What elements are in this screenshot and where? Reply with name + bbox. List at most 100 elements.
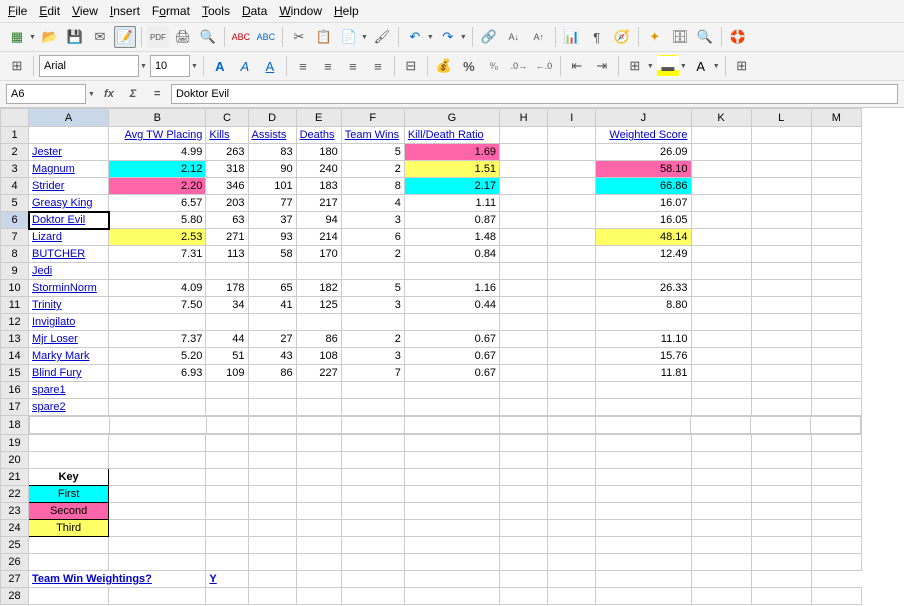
menu-data[interactable]: Data [242,4,267,18]
cell[interactable] [500,435,548,452]
cell[interactable] [500,297,548,314]
align-right-icon[interactable]: ≡ [342,55,364,77]
cell[interactable] [811,382,861,399]
cell[interactable] [596,520,691,537]
row-header[interactable]: 18 [1,416,29,435]
cell[interactable] [811,263,861,280]
cell[interactable] [404,263,499,280]
cell[interactable] [691,263,751,280]
cell[interactable] [596,417,691,434]
cell[interactable] [248,382,296,399]
cell[interactable]: 125 [296,297,341,314]
cell[interactable]: 214 [296,229,341,246]
sort-desc-icon[interactable]: A↑ [528,26,550,48]
cell[interactable] [500,348,548,365]
align-left-icon[interactable]: ≡ [292,55,314,77]
cell[interactable] [206,452,248,469]
cell[interactable] [751,435,811,452]
cell[interactable] [751,399,811,416]
cell[interactable] [109,452,206,469]
row-header[interactable]: 3 [1,161,29,178]
cell[interactable]: 170 [296,246,341,263]
cell[interactable] [548,246,596,263]
cell[interactable] [109,588,206,605]
cell[interactable] [109,263,206,280]
paste-icon[interactable]: 📄 [338,26,360,48]
formula-input[interactable] [171,84,898,104]
italic-icon[interactable]: A [234,55,256,77]
cell[interactable] [548,520,596,537]
font-size-select[interactable] [150,55,190,77]
cell[interactable]: 65 [248,280,296,297]
cell[interactable] [548,314,596,331]
cell[interactable] [751,365,811,382]
dropdown-icon[interactable]: ▼ [713,63,720,70]
cell[interactable]: 183 [296,178,341,195]
cell[interactable] [751,229,811,246]
cell[interactable]: 0.67 [404,365,499,382]
increase-indent-icon[interactable]: ⇥ [591,55,613,77]
cell[interactable] [341,537,404,554]
cell[interactable] [248,571,296,588]
dropdown-icon[interactable]: ▼ [361,34,368,41]
cell[interactable]: 26.09 [596,144,691,161]
cell[interactable] [404,503,499,520]
cell[interactable] [296,469,341,486]
cell[interactable] [548,297,596,314]
cell[interactable] [691,246,751,263]
row-header[interactable]: 28 [1,588,29,605]
cell[interactable] [500,503,548,520]
cell[interactable] [548,486,596,503]
cell[interactable] [751,127,811,144]
cell[interactable] [109,554,206,571]
cell[interactable]: Magnum [29,161,109,178]
row-header[interactable]: 21 [1,469,29,486]
cell[interactable] [548,195,596,212]
cell[interactable]: 77 [248,195,296,212]
cell[interactable]: 5.80 [109,212,206,229]
row-header[interactable]: 5 [1,195,29,212]
cell[interactable] [691,212,751,229]
cell[interactable]: 318 [206,161,248,178]
cell[interactable] [404,571,499,588]
cell[interactable] [296,520,341,537]
cell[interactable] [596,263,691,280]
row-header[interactable]: 16 [1,382,29,399]
col-header-M[interactable]: M [811,109,861,127]
cell[interactable] [548,144,596,161]
cell[interactable] [811,195,861,212]
cell[interactable]: 7.37 [109,331,206,348]
cell[interactable]: 346 [206,178,248,195]
cell[interactable]: BUTCHER [29,246,109,263]
cell[interactable]: Kills [206,127,248,144]
function-wizard-icon[interactable]: fx [99,85,119,103]
cell[interactable] [548,263,596,280]
row-header[interactable]: 20 [1,452,29,469]
cell[interactable] [206,263,248,280]
cell[interactable] [296,314,341,331]
cut-icon[interactable]: ✂ [288,26,310,48]
cell[interactable]: 2 [341,161,404,178]
cell[interactable] [691,520,751,537]
cell[interactable] [691,161,751,178]
cell[interactable] [109,469,206,486]
key-first-cell[interactable]: First [29,486,109,503]
cell[interactable] [500,280,548,297]
cell[interactable] [206,503,248,520]
cell[interactable] [500,314,548,331]
cell[interactable] [596,469,691,486]
autospell-icon[interactable]: ABC [255,26,277,48]
cell[interactable] [296,486,341,503]
dropdown-icon[interactable]: ▼ [680,63,687,70]
cell[interactable] [500,571,548,588]
cell[interactable] [811,314,861,331]
row-header[interactable]: 24 [1,520,29,537]
select-all-corner[interactable] [1,109,29,127]
menu-view[interactable]: View [72,4,98,18]
cell[interactable] [500,229,548,246]
chart-icon[interactable]: 📊 [561,26,583,48]
preview-icon[interactable]: 🔍 [197,26,219,48]
menu-edit[interactable]: Edit [39,4,60,18]
redo-icon[interactable]: ↷ [437,26,459,48]
menu-window[interactable]: Window [279,4,322,18]
